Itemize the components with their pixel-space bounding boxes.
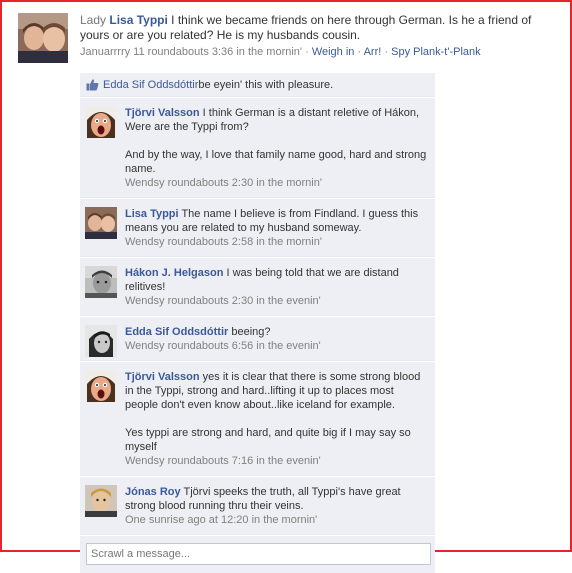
comment-body: Hákon J. Helgason I was being told that … (125, 266, 429, 294)
comment-text: beeing? (231, 326, 271, 338)
meta-separator: · (354, 46, 364, 58)
commenter-avatar[interactable] (85, 485, 117, 517)
post-meta: Januarrrry 11 roundabouts 3:36 in the mo… (80, 46, 558, 58)
commenter-avatar[interactable] (85, 370, 117, 402)
comment-timestamp: One sunrise ago at 12:20 in the mornin' (125, 514, 318, 526)
commenter-avatar[interactable] (85, 207, 117, 239)
comment-item: Edda Sif Oddsdóttir beeing? Wendsy round… (80, 316, 435, 361)
comment-item: Hákon J. Helgason I was being told that … (80, 257, 435, 316)
comment-timestamp: Wendsy roundabouts 2:30 in the evenin' (125, 295, 321, 307)
comment-timestamp: Wendsy roundabouts 6:56 in the evenin' (125, 340, 321, 352)
thumbs-up-icon (86, 78, 99, 91)
meta-separator: · (302, 46, 312, 58)
post-text-block: Lady Lisa Typpi I think we became friend… (80, 13, 558, 43)
comment-paragraph: Lisa Typpi The name I believe is from Fi… (125, 207, 429, 235)
commenter-avatar[interactable] (85, 106, 117, 138)
commenter-avatar[interactable] (85, 266, 117, 298)
post-author-prefix: Lady (80, 13, 107, 27)
post-author-link[interactable]: Lisa Typpi (109, 13, 167, 27)
comment-body: Jónas Roy Tjörvi speeks the truth, all T… (125, 485, 429, 513)
comment-body: Tjörvi Valsson yes it is clear that ther… (125, 370, 429, 454)
like-action-link[interactable]: Arr! (364, 46, 382, 58)
commenter-name-link[interactable]: Tjörvi Valsson (125, 107, 200, 119)
comment-paragraph: Edda Sif Oddsdóttir beeing? (125, 325, 429, 339)
comment-body: Lisa Typpi The name I believe is from Fi… (125, 207, 429, 235)
comment-item: Jónas Roy Tjörvi speeks the truth, all T… (80, 476, 435, 535)
comment-paragraph: Jónas Roy Tjörvi speeks the truth, all T… (125, 485, 429, 513)
see-wall-to-wall-link[interactable]: Spy Plank-t'-Plank (391, 46, 481, 58)
comment-timestamp: Wendsy roundabouts 2:30 in the mornin' (125, 177, 322, 189)
comment-timestamp: Wendsy roundabouts 7:16 in the evenin' (125, 455, 321, 467)
commenter-name-link[interactable]: Edda Sif Oddsdóttir (125, 326, 228, 338)
commenter-name-link[interactable]: Jónas Roy (125, 486, 181, 498)
comment-body: Edda Sif Oddsdóttir beeing? (125, 325, 429, 339)
commenter-name-link[interactable]: Hákon J. Helgason (125, 267, 223, 279)
post-timestamp[interactable]: Januarrrry 11 roundabouts 3:36 in the mo… (80, 46, 302, 58)
feedback-panel: Edda Sif Oddsdóttir be eyein' this with … (80, 73, 435, 573)
commenter-name-link[interactable]: Lisa Typpi (125, 208, 179, 220)
screenshot-frame: Lady Lisa Typpi I think we became friend… (0, 0, 572, 573)
post-body: Lady Lisa Typpi I think we became friend… (80, 13, 558, 58)
comment-paragraph: Tjörvi Valsson yes it is clear that ther… (125, 370, 429, 412)
commenter-avatar[interactable] (85, 325, 117, 357)
likes-text: be eyein' this with pleasure. (198, 78, 334, 91)
meta-separator: · (381, 46, 392, 58)
comment-composer (80, 535, 435, 573)
comment-item: Tjörvi Valsson yes it is clear that ther… (80, 361, 435, 476)
comment-paragraph: Hákon J. Helgason I was being told that … (125, 266, 429, 294)
comment-item: Lisa Typpi The name I believe is from Fi… (80, 198, 435, 257)
comment-action-link[interactable]: Weigh in (312, 46, 355, 58)
liker-link[interactable]: Edda Sif Oddsdóttir (103, 79, 198, 91)
commenter-name-link[interactable]: Tjörvi Valsson (125, 371, 200, 383)
comment-body: Tjörvi Valsson I think German is a dista… (125, 106, 429, 176)
comment-item: Tjörvi Valsson I think German is a dista… (80, 97, 435, 198)
comment-paragraph: Yes typpi are strong and hard, and quite… (125, 427, 411, 453)
write-comment-input[interactable] (86, 543, 431, 565)
comment-paragraph: And by the way, I love that family name … (125, 149, 427, 175)
likes-row: Edda Sif Oddsdóttir be eyein' this with … (80, 73, 435, 97)
comment-paragraph: Tjörvi Valsson I think German is a dista… (125, 106, 429, 134)
comment-timestamp: Wendsy roundabouts 2:58 in the mornin' (125, 236, 322, 248)
post-author-avatar[interactable] (18, 13, 68, 63)
